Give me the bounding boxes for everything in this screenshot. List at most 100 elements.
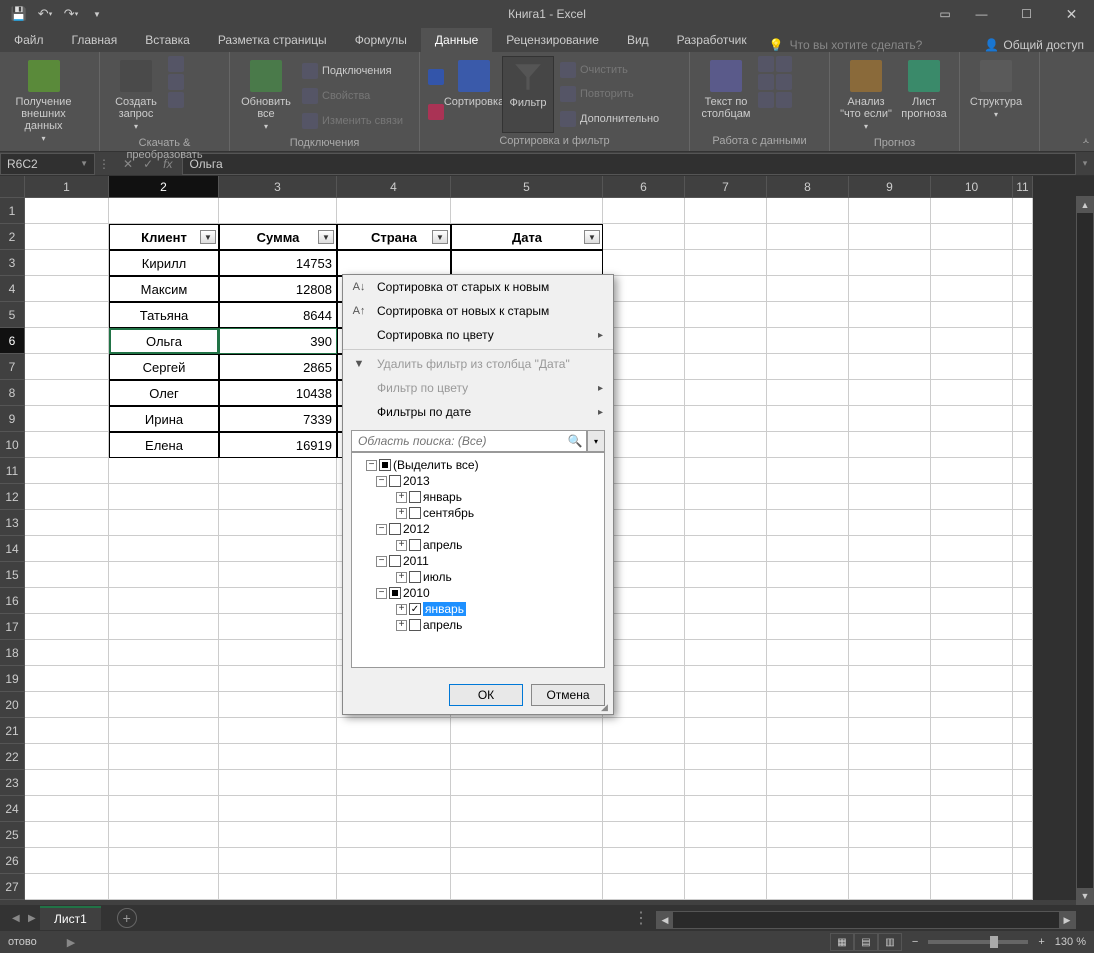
cell[interactable] xyxy=(451,848,603,874)
cell[interactable] xyxy=(603,224,685,250)
cell[interactable] xyxy=(337,848,451,874)
cell[interactable] xyxy=(603,588,685,614)
sort-button[interactable]: Сортировка xyxy=(448,56,500,133)
col-header[interactable]: 5 xyxy=(451,176,603,198)
cell[interactable] xyxy=(849,224,931,250)
cell[interactable] xyxy=(603,354,685,380)
filter-dropdown-icon[interactable]: ▼ xyxy=(432,230,448,244)
cell[interactable] xyxy=(25,588,109,614)
cell[interactable] xyxy=(931,198,1013,224)
macro-record-icon[interactable]: ▶ xyxy=(67,936,75,949)
col-header[interactable]: 1 xyxy=(25,176,109,198)
sort-by-color[interactable]: Сортировка по цвету▸ xyxy=(343,323,613,347)
cell[interactable] xyxy=(603,692,685,718)
cell[interactable]: 390 xyxy=(219,328,337,354)
cell[interactable] xyxy=(849,276,931,302)
formula-input[interactable]: Ольга xyxy=(182,153,1076,175)
cell[interactable] xyxy=(685,796,767,822)
col-header[interactable]: 3 xyxy=(219,176,337,198)
select-all-corner[interactable] xyxy=(0,176,25,198)
cell[interactable] xyxy=(603,328,685,354)
cell[interactable] xyxy=(25,224,109,250)
cell[interactable]: Клиент▼ xyxy=(109,224,219,250)
cell[interactable] xyxy=(451,796,603,822)
cell[interactable] xyxy=(25,302,109,328)
month-checkbox[interactable] xyxy=(409,539,421,551)
cell[interactable] xyxy=(849,796,931,822)
cell[interactable] xyxy=(25,276,109,302)
cell[interactable] xyxy=(219,536,337,562)
share-button[interactable]: 👤 Общий доступ xyxy=(974,38,1094,52)
cell[interactable] xyxy=(109,614,219,640)
text-to-columns-button[interactable]: Текст по столбцам xyxy=(696,56,756,133)
cell[interactable] xyxy=(931,718,1013,744)
cell[interactable] xyxy=(849,848,931,874)
cell[interactable] xyxy=(1013,250,1033,276)
cell[interactable] xyxy=(931,432,1013,458)
tab-file[interactable]: Файл xyxy=(0,28,58,52)
cell[interactable]: Максим xyxy=(109,276,219,302)
cell[interactable] xyxy=(219,692,337,718)
sheet-tab[interactable]: Лист1 xyxy=(40,906,101,930)
cell[interactable] xyxy=(603,822,685,848)
cell[interactable] xyxy=(603,874,685,900)
cell[interactable]: Страна▼ xyxy=(337,224,451,250)
cell[interactable] xyxy=(1013,796,1033,822)
cell[interactable] xyxy=(109,692,219,718)
cell[interactable] xyxy=(767,770,849,796)
cell[interactable] xyxy=(1013,302,1033,328)
cell[interactable] xyxy=(25,510,109,536)
cell[interactable] xyxy=(685,432,767,458)
cell[interactable] xyxy=(219,588,337,614)
tab-view[interactable]: Вид xyxy=(613,28,663,52)
row-header[interactable]: 5 xyxy=(0,302,25,328)
cell[interactable] xyxy=(685,666,767,692)
row-header[interactable]: 6 xyxy=(0,328,25,354)
collapse-icon[interactable]: − xyxy=(376,524,387,535)
page-break-view-icon[interactable]: ▥ xyxy=(878,933,902,951)
cell[interactable] xyxy=(1013,614,1033,640)
minimize-icon[interactable]: — xyxy=(959,0,1004,28)
cell[interactable] xyxy=(685,562,767,588)
add-sheet-button[interactable]: + xyxy=(117,908,137,928)
cell[interactable] xyxy=(767,250,849,276)
sheet-nav-next-icon[interactable]: ▶ xyxy=(24,913,40,924)
filter-search-input[interactable] xyxy=(352,434,564,448)
maximize-icon[interactable]: ☐ xyxy=(1004,0,1049,28)
select-all-checkbox[interactable] xyxy=(379,459,391,471)
cell[interactable] xyxy=(109,796,219,822)
cell[interactable] xyxy=(219,666,337,692)
cell[interactable]: 2865 xyxy=(219,354,337,380)
cell[interactable] xyxy=(337,796,451,822)
remove-dup-icon[interactable] xyxy=(758,74,774,90)
cell[interactable] xyxy=(1013,744,1033,770)
normal-view-icon[interactable]: ▦ xyxy=(830,933,854,951)
cell[interactable] xyxy=(1013,432,1033,458)
cell[interactable] xyxy=(219,562,337,588)
cell[interactable] xyxy=(219,744,337,770)
cell[interactable] xyxy=(25,692,109,718)
cell[interactable] xyxy=(849,458,931,484)
cell[interactable]: 10438 xyxy=(219,380,337,406)
cell[interactable] xyxy=(767,536,849,562)
tab-review[interactable]: Рецензирование xyxy=(492,28,613,52)
cell[interactable] xyxy=(685,536,767,562)
row-header[interactable]: 19 xyxy=(0,666,25,692)
row-header[interactable]: 16 xyxy=(0,588,25,614)
cell[interactable]: Сергей xyxy=(109,354,219,380)
cell[interactable] xyxy=(931,588,1013,614)
filter-search-box[interactable]: 🔍 xyxy=(351,430,587,452)
redo-icon[interactable]: ↷▾ xyxy=(62,5,80,23)
cell[interactable] xyxy=(931,770,1013,796)
expand-icon[interactable]: + xyxy=(396,620,407,631)
cell[interactable] xyxy=(685,822,767,848)
cell[interactable] xyxy=(685,458,767,484)
row-header[interactable]: 4 xyxy=(0,276,25,302)
cell[interactable] xyxy=(767,692,849,718)
forecast-sheet-button[interactable]: Лист прогноза xyxy=(898,56,950,135)
cell[interactable] xyxy=(931,250,1013,276)
cell[interactable] xyxy=(25,250,109,276)
cell[interactable] xyxy=(1013,536,1033,562)
cell[interactable] xyxy=(1013,458,1033,484)
cell[interactable] xyxy=(25,328,109,354)
